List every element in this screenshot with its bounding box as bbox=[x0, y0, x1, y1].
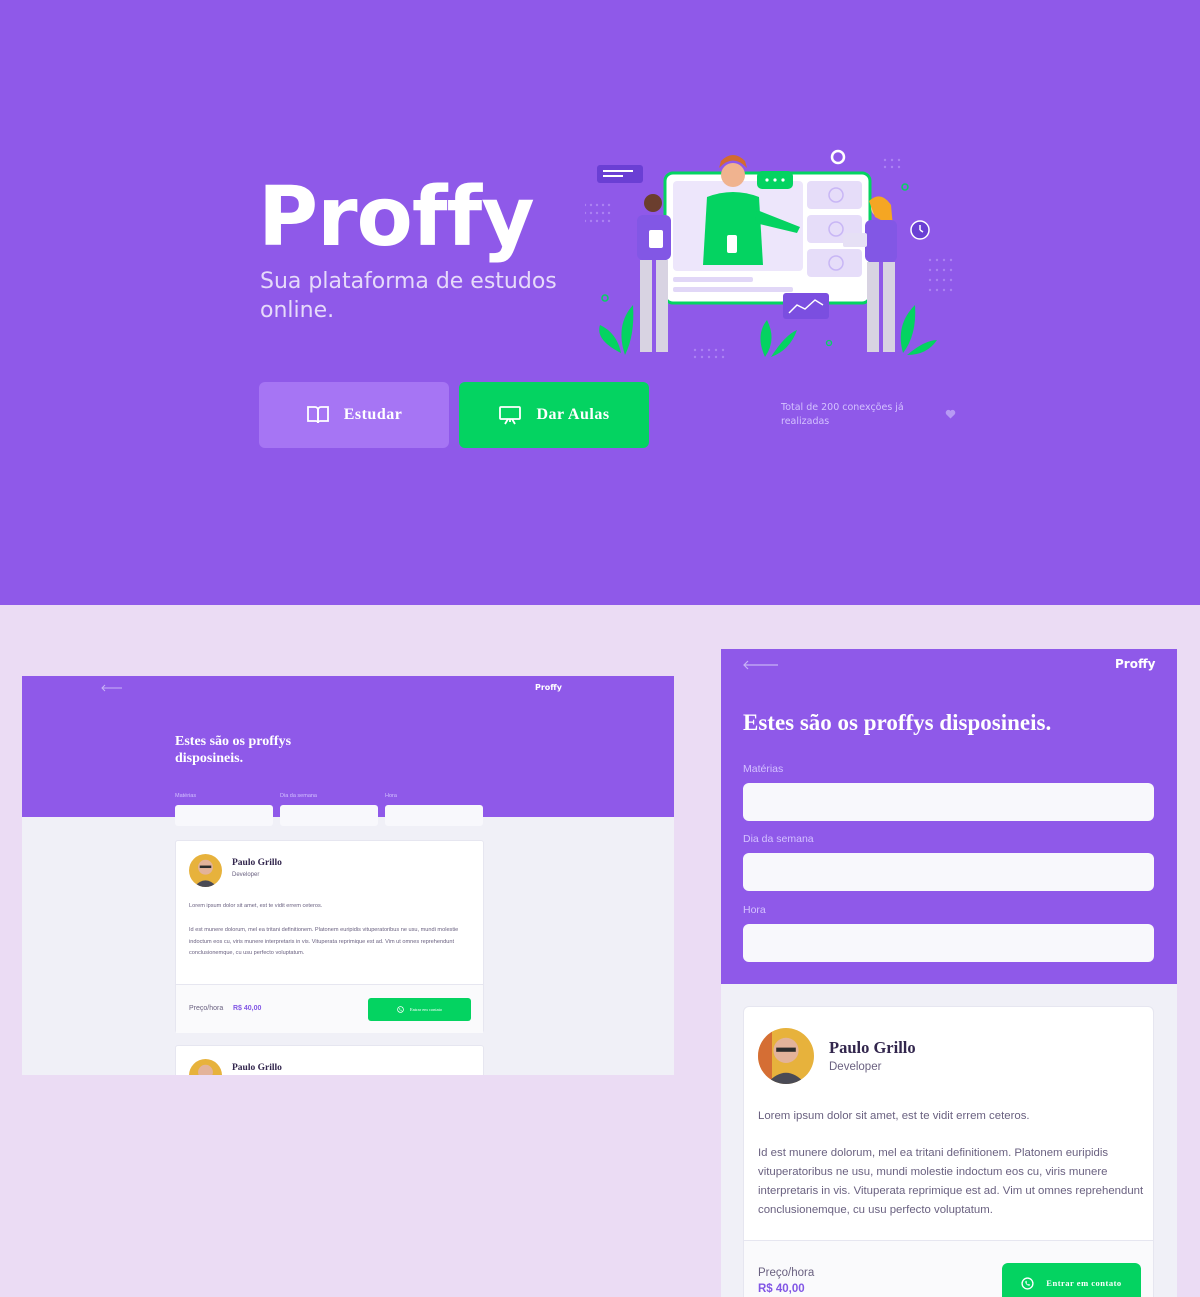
filter-label-weekday: Dia da semana bbox=[743, 833, 814, 845]
teacher-bio: Lorem ipsum dolor sit amet, est te vidit… bbox=[189, 901, 474, 960]
contact-button-label: Entrar em contato bbox=[1046, 1278, 1122, 1288]
hero-illustration bbox=[585, 149, 953, 359]
filter-label-time: Hora bbox=[385, 793, 397, 799]
bio-paragraph-2: Id est munere dolorum, mel ea tritani de… bbox=[189, 926, 459, 957]
teacher-subject: Developer bbox=[829, 1061, 882, 1073]
filter-label-subject: Matérias bbox=[743, 763, 784, 775]
teacher-bio: Lorem ipsum dolor sit amet, est te vidit… bbox=[758, 1107, 1146, 1220]
bio-paragraph-1: Lorem ipsum dolor sit amet, est te vidit… bbox=[758, 1110, 1030, 1122]
arrow-left-icon[interactable] bbox=[742, 660, 778, 670]
proffy-logo: Proffy bbox=[1115, 657, 1156, 671]
bio-paragraph-2: Id est munere dolorum, mel ea tritani de… bbox=[758, 1147, 1144, 1216]
study-button[interactable]: Estudar bbox=[259, 382, 449, 448]
price-value: R$ 40,00 bbox=[233, 1005, 262, 1012]
teacher-card: Paulo Grillo bbox=[175, 1045, 484, 1075]
subject-select[interactable] bbox=[743, 783, 1154, 821]
teacher-name: Paulo Grillo bbox=[232, 858, 282, 868]
teacher-name: Paulo Grillo bbox=[829, 1038, 916, 1057]
teacher-subject: Developer bbox=[232, 872, 260, 878]
card-footer: Preço/hora R$ 40,00 Entrar em contato bbox=[744, 1240, 1153, 1297]
contact-button[interactable]: Entrar em contato bbox=[1002, 1263, 1141, 1297]
teach-button[interactable]: Dar Aulas bbox=[459, 382, 649, 448]
bio-paragraph-1: Lorem ipsum dolor sit amet, est te vidit… bbox=[189, 903, 323, 909]
card-footer: Preço/hora R$ 40,00 Entrar em contato bbox=[176, 984, 483, 1033]
time-input[interactable] bbox=[385, 805, 483, 826]
page-title: Estes são os proffys disposineis. bbox=[175, 734, 292, 766]
connections-count: Total de 200 conexções já realizadas bbox=[781, 402, 904, 427]
study-button-label: Estudar bbox=[343, 406, 403, 423]
page-header: Proffy Estes são os proffys disposineis.… bbox=[22, 676, 674, 826]
heart-icon bbox=[945, 409, 956, 419]
avatar bbox=[758, 1028, 814, 1084]
price-label: Preço/hora bbox=[758, 1267, 815, 1279]
teacher-card: Paulo Grillo Developer Lorem ipsum dolor… bbox=[175, 840, 484, 1033]
price-label: Preço/hora bbox=[189, 1005, 224, 1012]
teach-button-label: Dar Aulas bbox=[536, 406, 610, 423]
weekday-select[interactable] bbox=[743, 853, 1154, 891]
teacher-name: Paulo Grillo bbox=[232, 1063, 282, 1073]
time-input[interactable] bbox=[743, 924, 1154, 962]
teacher-card: Paulo Grillo Developer Lorem ipsum dolor… bbox=[743, 1006, 1154, 1297]
filter-label-time: Hora bbox=[743, 904, 766, 916]
filter-label-subject: Matérias bbox=[175, 793, 197, 799]
desktop-teacher-list-preview: Proffy Estes são os proffys disposineis.… bbox=[22, 676, 674, 1075]
subject-select[interactable] bbox=[175, 805, 273, 826]
page-header: Proffy Estes são os proffys disposineis.… bbox=[721, 649, 1177, 984]
hero-tagline: Sua plataforma de estudos online. bbox=[260, 269, 557, 323]
proffy-logo: Proffy bbox=[258, 170, 535, 265]
book-open-icon bbox=[306, 406, 329, 424]
contact-button[interactable]: Entrar em contato bbox=[368, 998, 471, 1021]
avatar bbox=[189, 1059, 222, 1075]
whatsapp-icon bbox=[397, 1006, 404, 1013]
filter-label-weekday: Dia da semana bbox=[280, 793, 317, 799]
price-value: R$ 40,00 bbox=[758, 1283, 805, 1295]
avatar bbox=[189, 854, 222, 887]
page-title: Estes são os proffys disposineis. bbox=[743, 710, 1052, 735]
arrow-left-icon[interactable] bbox=[100, 684, 122, 692]
proffy-logo: Proffy bbox=[535, 683, 562, 692]
presentation-icon bbox=[499, 406, 522, 425]
mobile-teacher-list-preview: Proffy Estes são os proffys disposineis.… bbox=[721, 649, 1177, 1297]
whatsapp-icon bbox=[1021, 1276, 1034, 1290]
weekday-select[interactable] bbox=[280, 805, 378, 826]
contact-button-label: Entrar em contato bbox=[409, 1007, 443, 1012]
landing-hero: Proffy Sua plataforma de estudos online. bbox=[0, 0, 1200, 605]
